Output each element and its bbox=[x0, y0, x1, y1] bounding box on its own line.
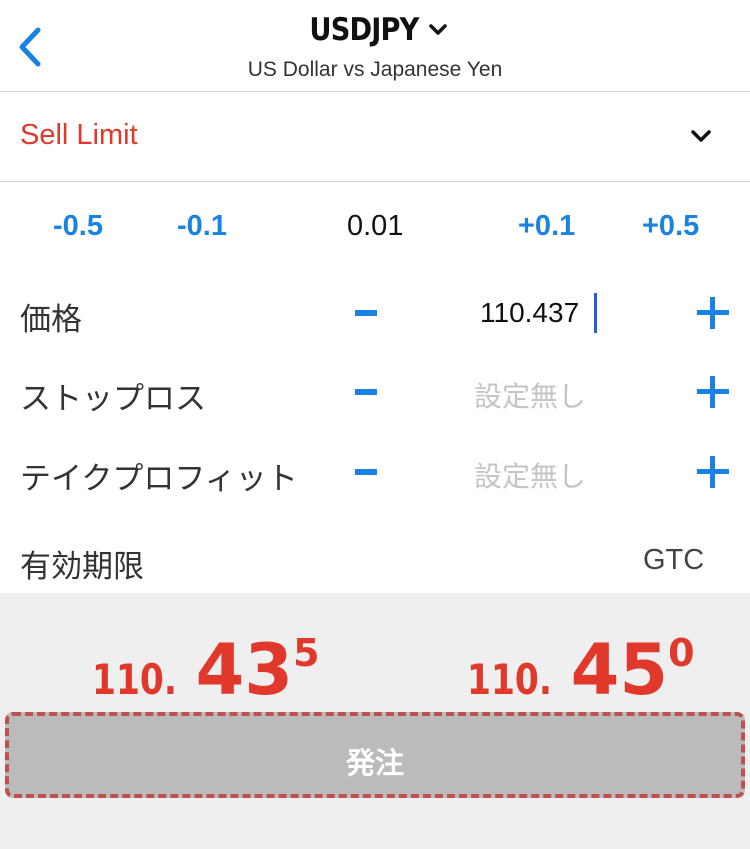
chevron-down-icon bbox=[691, 130, 711, 142]
price-label: 価格 bbox=[20, 302, 82, 337]
quote-panel: 110. 435 110. 450 発注 bbox=[0, 593, 750, 849]
take-profit-plus-button[interactable] bbox=[697, 456, 729, 488]
stop-loss-plus-button[interactable] bbox=[697, 376, 729, 408]
price-plus-button[interactable] bbox=[697, 297, 729, 329]
step-value: 0.01 bbox=[347, 210, 404, 242]
bid-price-prefix: 110. bbox=[92, 655, 177, 704]
step-plus-0-1-button[interactable]: +0.1 bbox=[518, 210, 575, 243]
price-minus-button[interactable] bbox=[355, 310, 377, 316]
expiry-value[interactable]: GTC bbox=[643, 544, 704, 577]
text-caret bbox=[594, 293, 597, 333]
step-minus-0-1-button[interactable]: -0.1 bbox=[177, 210, 227, 243]
order-type-selector[interactable]: Sell Limit bbox=[0, 92, 750, 182]
symbol-selector[interactable]: USDJPY bbox=[0, 12, 750, 48]
bid-price[interactable]: 110. 435 bbox=[92, 629, 320, 711]
stop-loss-minus-button[interactable] bbox=[355, 389, 377, 395]
step-plus-0-5-button[interactable]: +0.5 bbox=[642, 210, 699, 243]
ask-price[interactable]: 110. 450 bbox=[467, 629, 695, 711]
stop-loss-input[interactable]: 設定無し bbox=[474, 375, 586, 415]
price-input[interactable]: 110.437 bbox=[480, 297, 579, 329]
order-screen: USDJPY US Dollar vs Japanese Yen Sell Li… bbox=[0, 0, 750, 849]
expiry-label: 有効期限 bbox=[20, 549, 144, 584]
chevron-down-icon bbox=[429, 24, 447, 35]
ask-price-sup: 0 bbox=[668, 631, 695, 675]
step-minus-0-5-button[interactable]: -0.5 bbox=[53, 210, 103, 243]
order-type-label: Sell Limit bbox=[20, 119, 138, 151]
stop-loss-label: ストップロス bbox=[20, 381, 206, 416]
ask-price-big: 45 bbox=[570, 629, 669, 711]
take-profit-label: テイクプロフィット bbox=[20, 461, 298, 496]
bid-price-sup: 5 bbox=[293, 631, 320, 675]
take-profit-minus-button[interactable] bbox=[355, 469, 377, 475]
header: USDJPY US Dollar vs Japanese Yen bbox=[0, 0, 750, 92]
symbol-subtitle: US Dollar vs Japanese Yen bbox=[247, 58, 503, 81]
place-order-label: 発注 bbox=[345, 748, 404, 780]
take-profit-input[interactable]: 設定無し bbox=[474, 455, 586, 495]
symbol-title: USDJPY bbox=[309, 12, 419, 48]
place-order-button[interactable]: 発注 bbox=[5, 712, 745, 798]
ask-price-prefix: 110. bbox=[467, 655, 552, 704]
bid-price-big: 43 bbox=[195, 629, 294, 711]
